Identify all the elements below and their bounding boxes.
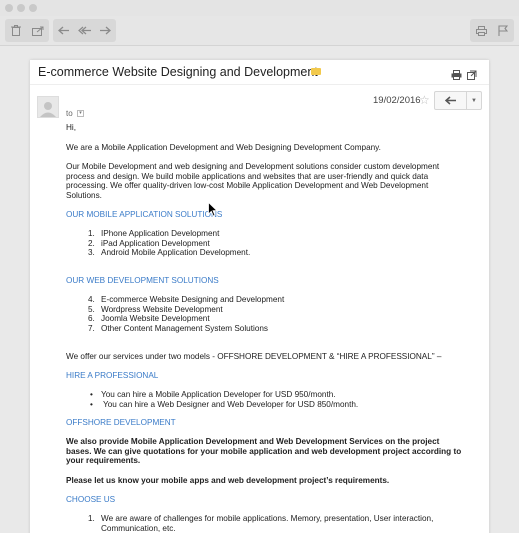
bold-paragraph-line: We also provide Mobile Application Devel… bbox=[66, 437, 440, 446]
list-item: Wordpress Website Development bbox=[101, 304, 223, 314]
reply-all-button[interactable] bbox=[74, 19, 96, 42]
trash-button[interactable] bbox=[5, 19, 27, 42]
mobile-solutions-heading: OUR MOBILE APPLICATION SOLUTIONS bbox=[66, 210, 223, 219]
trash-icon bbox=[11, 25, 21, 36]
flag-button[interactable] bbox=[492, 19, 514, 42]
list-item: Joomla Website Development bbox=[101, 314, 210, 324]
list-item: Other Content Management System Solution… bbox=[101, 324, 269, 334]
list-number: 1. bbox=[88, 229, 95, 238]
mail-toolbar bbox=[0, 16, 519, 46]
choose-heading: CHOOSE US bbox=[66, 494, 116, 504]
print-icon bbox=[451, 70, 462, 80]
bold-paragraph-line: bases. We can give quotations for your m… bbox=[66, 446, 462, 456]
mouse-cursor-icon bbox=[208, 202, 218, 217]
reply-icon bbox=[444, 96, 456, 105]
list-number: 4. bbox=[88, 295, 95, 304]
list-item: iPad Application Development bbox=[101, 238, 210, 248]
sender-avatar bbox=[37, 96, 59, 118]
more-actions-button[interactable]: ▼ bbox=[467, 92, 481, 109]
paragraph-line: processing. We offer quality-driven low-… bbox=[66, 181, 429, 191]
message-subject: E-commerce Website Designing and Develop… bbox=[38, 65, 318, 79]
bullet-icon: • bbox=[90, 390, 93, 399]
toolbar-group-extra bbox=[470, 19, 514, 42]
list-number: 6. bbox=[88, 314, 95, 324]
move-icon bbox=[32, 26, 44, 36]
reply-button-group: ▼ bbox=[434, 91, 482, 110]
list-number: 2. bbox=[88, 238, 95, 248]
minimize-window-button[interactable] bbox=[17, 4, 25, 12]
list-number: 7. bbox=[88, 324, 95, 334]
reply-all-icon bbox=[78, 26, 91, 35]
flag-icon bbox=[498, 25, 508, 36]
message-card: E-commerce Website Designing and Develop… bbox=[30, 60, 489, 533]
hire-heading: HIRE A PROFESSIONAL bbox=[66, 371, 159, 380]
new-window-icon bbox=[467, 70, 477, 80]
to-label: to bbox=[66, 109, 73, 118]
offshore-heading: OFFSHORE DEVELOPMENT bbox=[66, 418, 176, 427]
bold-paragraph-line: your requirements. bbox=[66, 456, 141, 466]
close-window-button[interactable] bbox=[5, 4, 13, 12]
list-item: Android Mobile Application Development. bbox=[101, 248, 251, 258]
reply-button[interactable] bbox=[435, 92, 467, 109]
paragraph-line: Our Mobile Development and web designing… bbox=[66, 162, 440, 171]
new-window-button[interactable] bbox=[467, 67, 479, 80]
list-number: 1. bbox=[88, 514, 95, 523]
print-icon bbox=[475, 25, 487, 36]
web-solutions-heading: OUR WEB DEVELOPMENT SOLUTIONS bbox=[66, 276, 219, 285]
label-tag-icon[interactable] bbox=[311, 68, 321, 75]
list-item: We are aware of challenges for mobile ap… bbox=[101, 514, 434, 523]
reply-icon bbox=[58, 26, 69, 35]
list-item-continuation: Communication, etc. bbox=[101, 523, 176, 533]
list-item: E-commerce Website Designing and Develop… bbox=[101, 295, 285, 304]
call-to-action: Please let us know your mobile apps and … bbox=[66, 475, 390, 485]
star-icon[interactable]: ☆ bbox=[419, 93, 430, 107]
chevron-down-icon: ▾ bbox=[79, 110, 82, 116]
greeting: Hi, bbox=[66, 123, 77, 132]
header-divider bbox=[30, 84, 489, 85]
move-button[interactable] bbox=[27, 19, 49, 42]
paragraph-line: Solutions. bbox=[66, 191, 102, 201]
toolbar-group-respond bbox=[53, 19, 116, 42]
print-all-button[interactable] bbox=[451, 67, 463, 80]
person-icon bbox=[40, 102, 56, 117]
bullet-icon: • bbox=[90, 399, 93, 409]
list-number: 3. bbox=[88, 248, 95, 258]
list-item: You can hire a Web Designer and Web Deve… bbox=[103, 399, 359, 409]
reply-button[interactable] bbox=[53, 19, 75, 42]
message-date: 19/02/2016 bbox=[373, 95, 421, 106]
toolbar-group-manage bbox=[5, 19, 49, 42]
zoom-window-button[interactable] bbox=[29, 4, 37, 12]
list-item: IPhone Application Development bbox=[101, 229, 220, 238]
print-button[interactable] bbox=[470, 19, 492, 42]
paragraph-line: process and design. We build mobile appl… bbox=[66, 171, 429, 181]
models-text: We offer our services under two models -… bbox=[66, 352, 442, 361]
forward-button[interactable] bbox=[94, 19, 116, 42]
show-details-button[interactable]: ▾ bbox=[77, 110, 84, 117]
forward-icon bbox=[100, 26, 111, 35]
window-titlebar bbox=[0, 0, 519, 16]
chevron-down-icon: ▼ bbox=[471, 97, 477, 104]
list-item: You can hire a Mobile Application Develo… bbox=[101, 390, 336, 399]
intro-text: We are a Mobile Application Development … bbox=[66, 143, 381, 152]
list-number: 5. bbox=[88, 304, 95, 314]
